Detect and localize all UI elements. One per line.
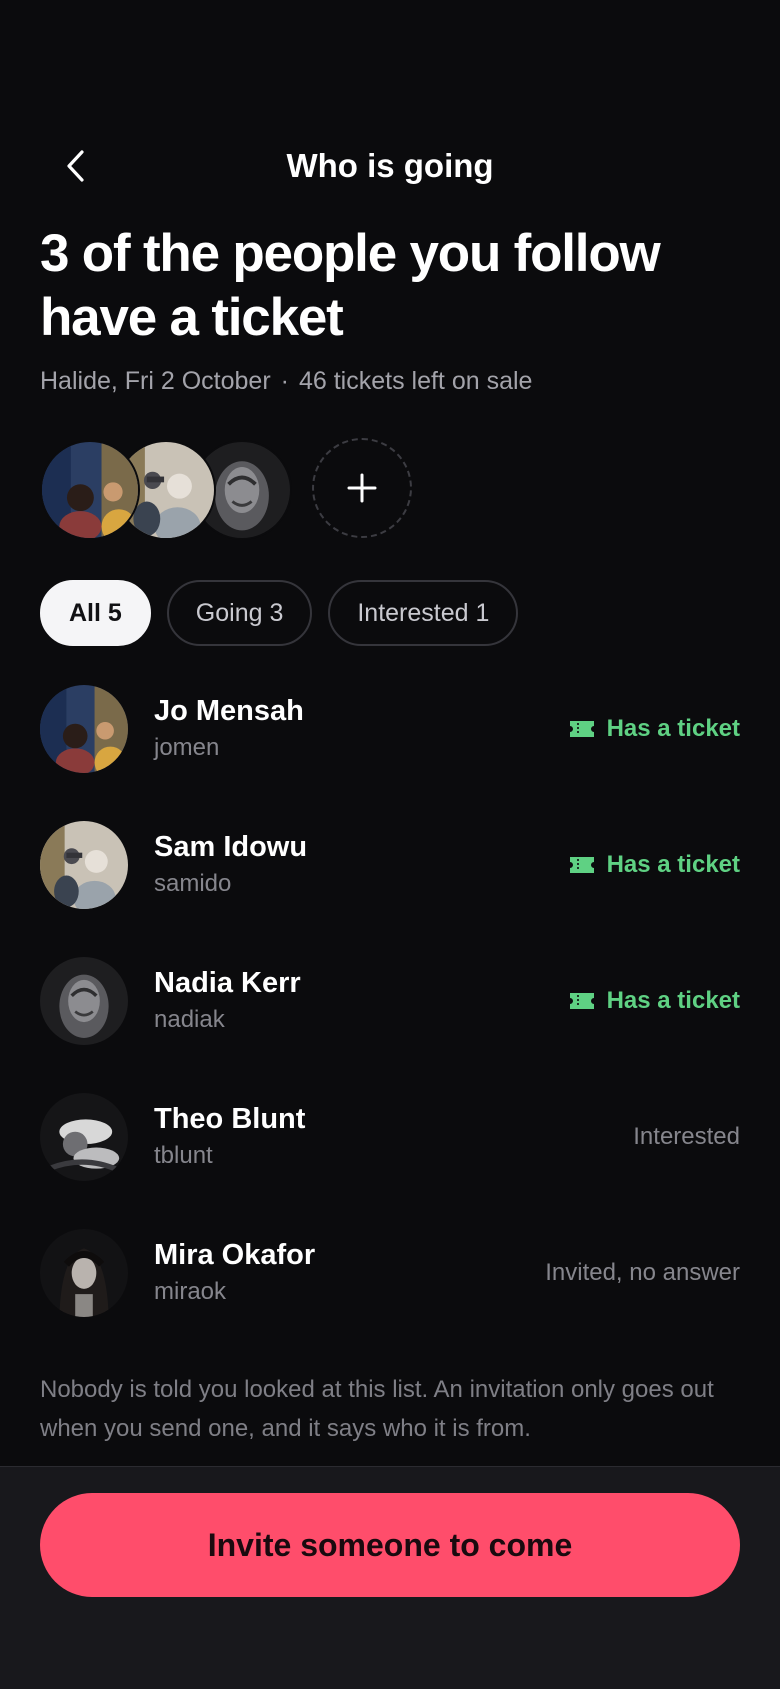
person-name: Sam Idowu: [154, 831, 308, 863]
person-handle: miraok: [154, 1278, 227, 1305]
avatar: [40, 1229, 128, 1317]
avatar-photo: [40, 821, 128, 909]
person-handle: tblunt: [154, 1142, 213, 1169]
status-badge: Invited, no answer: [545, 1257, 740, 1289]
status-badge: Has a ticket: [569, 713, 740, 745]
avatar: [40, 821, 128, 909]
person-name: Jo Mensah: [154, 695, 304, 727]
status-label: Has a ticket: [606, 987, 740, 1014]
ticket-icon: [569, 857, 594, 873]
person-handle: jomen: [154, 734, 220, 761]
event-details: Halide, Fri 2 October · 46 tickets left on…: [40, 364, 532, 398]
filter-chip-all[interactable]: All 5: [40, 580, 151, 646]
filter-chips: All 5 Going 3 Interested 1: [40, 580, 519, 646]
list-item[interactable]: Jo Mensah jomen Has a ticket: [40, 685, 740, 773]
list-item[interactable]: Mira Okafor miraok Invited, no answer: [40, 1229, 740, 1317]
person-name: Mira Okafor: [154, 1239, 316, 1271]
avatar-photo: [40, 1093, 128, 1181]
bottom-bar: Invite someone to come: [0, 1466, 780, 1689]
ticket-icon: [569, 721, 594, 737]
event-venue-date: Halide, Fri 2 October: [40, 367, 271, 395]
headline: 3 of the people you follow have a ticket: [40, 224, 661, 347]
status-badge: Has a ticket: [569, 985, 740, 1017]
add-person-button[interactable]: [312, 438, 412, 538]
separator-dot: ·: [280, 367, 289, 395]
status-badge: Has a ticket: [569, 849, 740, 881]
status-badge: Interested: [633, 1121, 740, 1153]
avatar: [40, 957, 128, 1045]
list-item[interactable]: Sam Idowu samido Has a ticket: [40, 821, 740, 909]
avatar-photo: [40, 957, 128, 1045]
avatar-stack: [40, 438, 440, 540]
person-handle: samido: [154, 870, 232, 897]
list-item[interactable]: Nadia Kerr nadiak Has a ticket: [40, 957, 740, 1045]
status-label: Invited, no answer: [545, 1259, 740, 1286]
page-title: Who is going: [286, 147, 494, 184]
avatar[interactable]: [40, 440, 140, 540]
plus-icon: [347, 473, 377, 503]
tickets-left: 46 tickets left on sale: [298, 367, 533, 395]
filter-chip-interested[interactable]: Interested 1: [328, 580, 519, 646]
status-label: Has a ticket: [606, 715, 740, 742]
avatar-photo: [40, 685, 128, 773]
person-name: Theo Blunt: [154, 1103, 306, 1135]
ticket-icon: [569, 993, 594, 1009]
avatar-photo: [40, 1229, 128, 1317]
status-label: Has a ticket: [606, 851, 740, 878]
avatar: [40, 1093, 128, 1181]
privacy-note: Nobody is told you looked at this list. …: [40, 1376, 714, 1442]
filter-chip-going[interactable]: Going 3: [166, 580, 313, 646]
person-name: Nadia Kerr: [154, 967, 301, 999]
invite-button[interactable]: Invite someone to come: [40, 1493, 740, 1597]
person-handle: nadiak: [154, 1006, 225, 1033]
list-item[interactable]: Theo Blunt tblunt Interested: [40, 1093, 740, 1181]
status-label: Interested: [633, 1123, 740, 1150]
avatar-photo: [42, 442, 138, 538]
top-bar: Who is going: [0, 140, 780, 192]
avatar: [40, 685, 128, 773]
people-list: Jo Mensah jomen Has a ticket Sam Idowu s…: [40, 685, 740, 1365]
